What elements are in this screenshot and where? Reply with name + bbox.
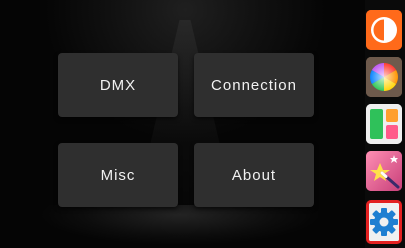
about-button[interactable]: About xyxy=(194,143,314,207)
contrast-icon[interactable] xyxy=(366,10,402,50)
layout-icon[interactable] xyxy=(366,104,402,144)
app-background: DMX Connection Misc About xyxy=(0,0,405,248)
layout-icon-graphic xyxy=(366,104,402,144)
connection-button[interactable]: Connection xyxy=(194,53,314,117)
magic-wand-icon[interactable] xyxy=(366,151,402,191)
color-wheel-icon-graphic xyxy=(366,57,402,97)
magic-wand-icon-graphic xyxy=(366,151,402,191)
gear-icon[interactable] xyxy=(366,200,402,244)
gear-icon-graphic xyxy=(369,203,399,241)
misc-button[interactable]: Misc xyxy=(58,143,178,207)
contrast-icon-graphic xyxy=(366,10,402,50)
stage-floor xyxy=(0,205,365,248)
color-wheel-icon[interactable] xyxy=(366,57,402,97)
dmx-button[interactable]: DMX xyxy=(58,53,178,117)
